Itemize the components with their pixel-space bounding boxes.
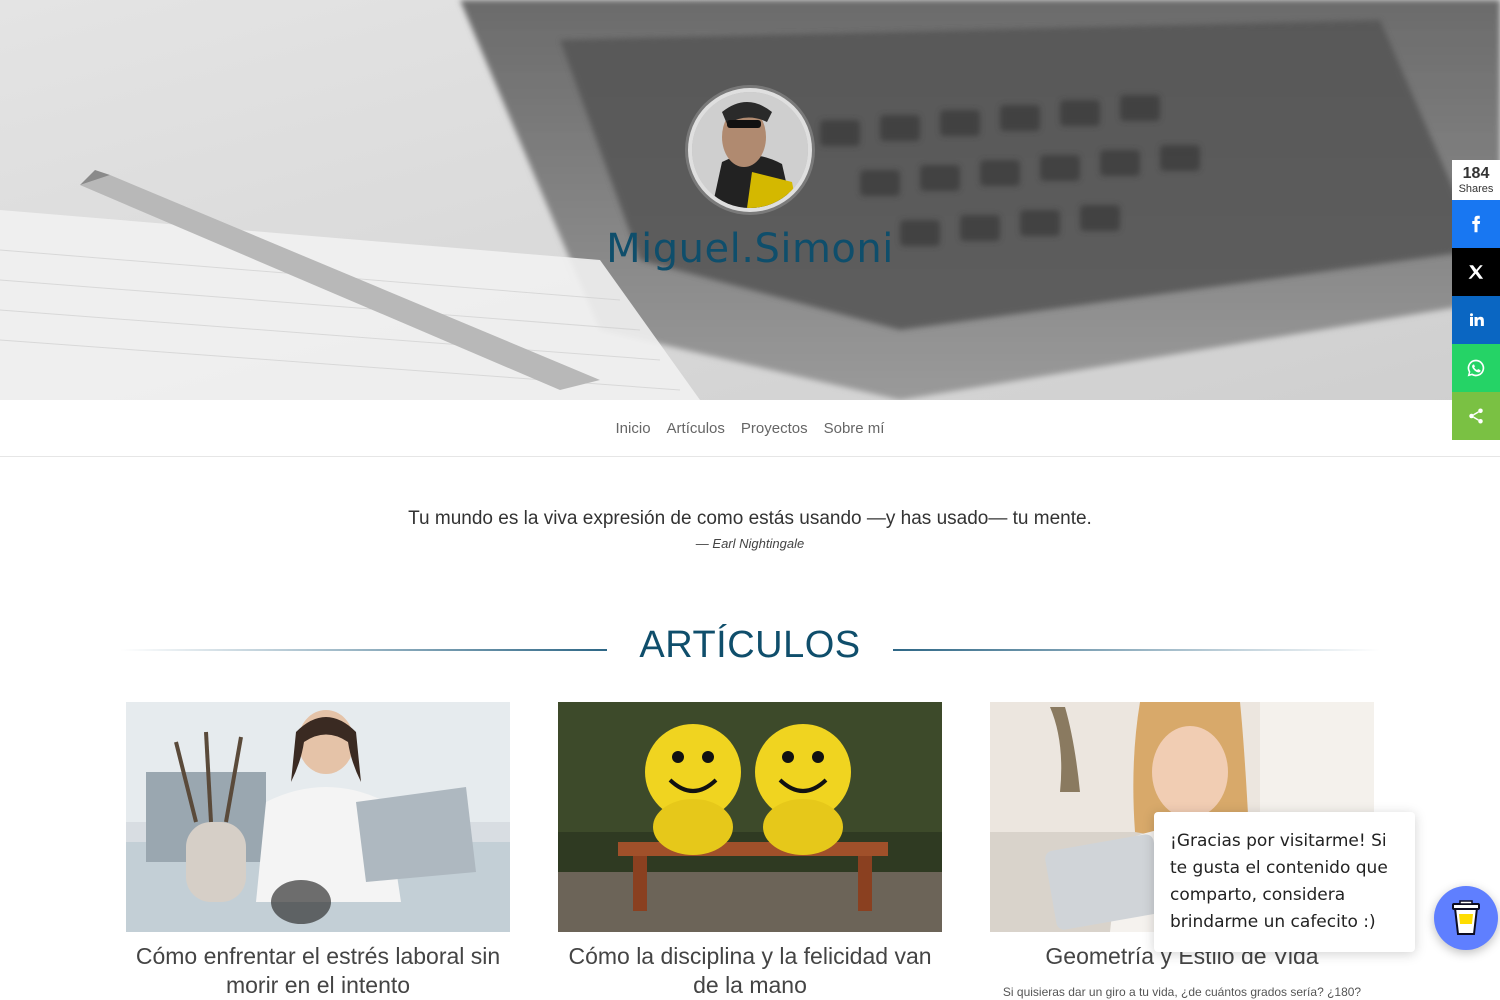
- facebook-icon: [1472, 215, 1481, 233]
- article-card[interactable]: Cómo la disciplina y la felicidad van de…: [558, 702, 942, 1000]
- featured-quote: Tu mundo es la viva expresión de como es…: [0, 508, 1500, 551]
- share-icon: [1469, 408, 1483, 424]
- site-title[interactable]: Miguel.Simoni: [0, 226, 1500, 272]
- share-count-label: Shares: [1458, 183, 1494, 195]
- hero-banner: Miguel.Simoni: [0, 0, 1500, 400]
- nav-item-sobre-mi[interactable]: Sobre mí: [824, 420, 885, 437]
- article-title[interactable]: Cómo enfrentar el estrés laboral sin mor…: [126, 942, 510, 1000]
- main-navigation: Inicio Artículos Proyectos Sobre mí: [0, 400, 1500, 457]
- article-card[interactable]: Cómo enfrentar el estrés laboral sin mor…: [126, 702, 510, 1000]
- linkedin-icon: [1470, 313, 1484, 326]
- whatsapp-icon: [1467, 359, 1485, 377]
- generic-share-button[interactable]: [1452, 392, 1500, 440]
- article-title[interactable]: Cómo la disciplina y la felicidad van de…: [558, 942, 942, 1000]
- support-popup: ¡Gracias por visitarme! Si te gusta el c…: [1154, 812, 1415, 952]
- linkedin-share-button[interactable]: [1452, 296, 1500, 344]
- share-count: 184 Shares: [1452, 160, 1500, 200]
- coffee-cup-icon: [1452, 900, 1480, 935]
- article-thumbnail[interactable]: [558, 702, 942, 932]
- share-count-number: 184: [1462, 165, 1490, 182]
- quote-text: Tu mundo es la viva expresión de como es…: [408, 508, 1092, 529]
- nav-item-inicio[interactable]: Inicio: [616, 420, 651, 437]
- articles-heading: ARTÍCULOS: [120, 620, 1380, 680]
- buy-coffee-button[interactable]: [1434, 886, 1498, 950]
- article-thumbnail[interactable]: [126, 702, 510, 932]
- author-avatar[interactable]: [688, 88, 812, 212]
- x-icon: [1468, 265, 1484, 279]
- facebook-share-button[interactable]: [1452, 200, 1500, 248]
- x-share-button[interactable]: [1452, 248, 1500, 296]
- quote-author: — Earl Nightingale: [695, 536, 805, 551]
- whatsapp-share-button[interactable]: [1452, 344, 1500, 392]
- article-excerpt: Si quisieras dar un giro a tu vida, ¿de …: [1002, 985, 1362, 999]
- social-share-bar: 184 Shares: [1452, 160, 1500, 440]
- nav-item-proyectos[interactable]: Proyectos: [741, 420, 808, 437]
- section-title: ARTÍCULOS: [639, 624, 861, 666]
- popup-message: ¡Gracias por visitarme! Si te gusta el c…: [1170, 831, 1388, 932]
- nav-item-articulos[interactable]: Artículos: [667, 420, 725, 437]
